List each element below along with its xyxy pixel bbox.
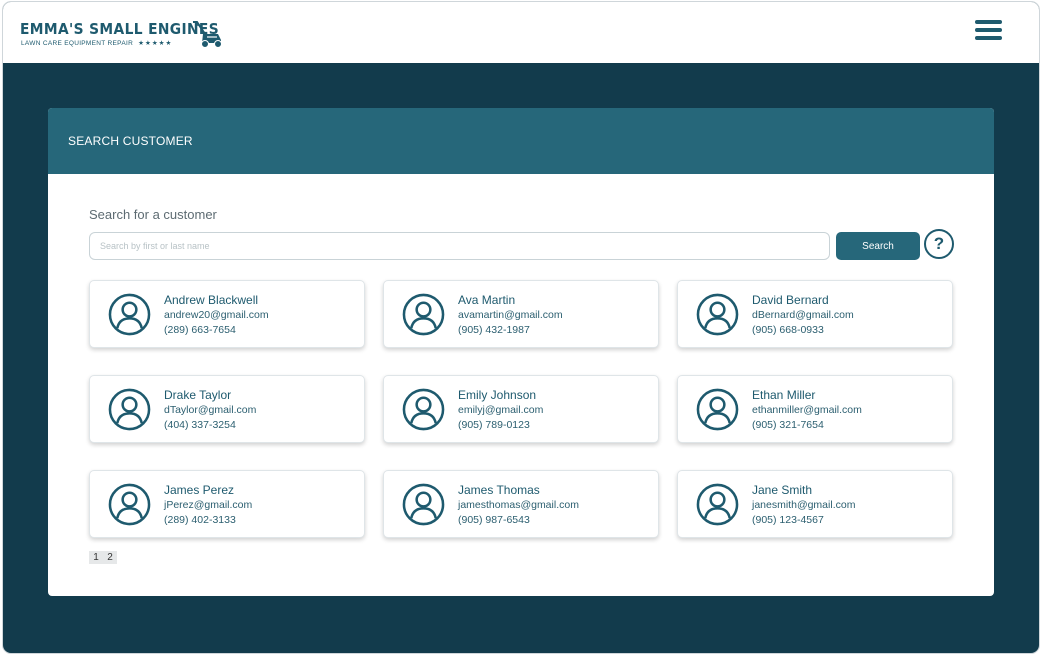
customer-phone: (289) 402-3133 (164, 514, 236, 526)
customer-card[interactable]: Ava Martin avamartin@gmail.com (905) 432-1… (383, 280, 659, 348)
customer-email: janesmith@gmail.com (752, 499, 856, 511)
user-avatar-icon (402, 483, 445, 526)
rating-stars: ★★★★★ (138, 40, 173, 47)
pagination: 12 (89, 551, 117, 564)
customer-search-input[interactable] (89, 232, 830, 260)
customer-card[interactable]: Ethan Miller ethanmiller@gmail.com (905) 3… (677, 375, 953, 443)
user-avatar-icon (108, 293, 151, 336)
help-icon[interactable]: ? (924, 229, 954, 259)
user-avatar-icon (696, 293, 739, 336)
customer-card[interactable]: Jane Smith janesmith@gmail.com (905) 123-4… (677, 470, 953, 538)
hamburger-menu-icon[interactable] (975, 20, 1003, 42)
customer-card[interactable]: Andrew Blackwell andrew20@gmail.com (289) … (89, 280, 365, 348)
customer-name: James Thomas (458, 483, 540, 497)
customer-card[interactable]: James Perez jPerez@gmail.com (289) 402-313… (89, 470, 365, 538)
customer-name: Ethan Miller (752, 388, 816, 402)
search-button[interactable]: Search (836, 232, 920, 260)
customer-phone: (905) 321-7654 (752, 419, 824, 431)
customer-email: ethanmiller@gmail.com (752, 404, 862, 416)
menu-bar (975, 36, 1002, 40)
customer-phone: (905) 432-1987 (458, 324, 530, 336)
user-avatar-icon (108, 483, 151, 526)
user-avatar-icon (402, 388, 445, 431)
customer-name: Jane Smith (752, 483, 813, 497)
customer-phone: (905) 987-6543 (458, 514, 530, 526)
brand-title: EMMA'S SMALL ENGINES (20, 20, 220, 38)
customer-email: jamesthomas@gmail.com (458, 499, 579, 511)
panel-title: SEARCH CUSTOMER (68, 134, 193, 148)
customer-name: Andrew Blackwell (164, 293, 259, 307)
customer-name: Emily Johnson (458, 388, 537, 402)
customer-email: emilyj@gmail.com (458, 404, 544, 416)
customer-name: James Perez (164, 483, 235, 497)
lawn-mower-icon (193, 21, 222, 48)
customer-name: David Bernard (752, 293, 829, 307)
customer-email: avamartin@gmail.com (458, 309, 563, 321)
customer-phone: (905) 668-0933 (752, 324, 824, 336)
customer-email: andrew20@gmail.com (164, 309, 269, 321)
customer-name: Ava Martin (458, 293, 516, 307)
search-customer-panel: SEARCH CUSTOMER Search for a customer Se… (48, 108, 994, 596)
user-avatar-icon (696, 483, 739, 526)
menu-bar (975, 20, 1002, 24)
customer-grid: Andrew Blackwell andrew20@gmail.com (289) … (89, 280, 953, 538)
customer-email: dBernard@gmail.com (752, 309, 854, 321)
app-window: EMMA'S SMALL ENGINES LAWN CARE EQUIPMENT… (2, 1, 1040, 654)
customer-phone: (404) 337-3254 (164, 419, 236, 431)
customer-email: dTaylor@gmail.com (164, 404, 257, 416)
user-avatar-icon (108, 388, 151, 431)
page-link-1[interactable]: 1 (89, 551, 103, 564)
brand-subtitle-text: LAWN CARE EQUIPMENT REPAIR (21, 40, 134, 47)
panel-header: SEARCH CUSTOMER (48, 108, 994, 174)
customer-name: Drake Taylor (164, 388, 232, 402)
search-label: Search for a customer (89, 207, 217, 222)
customer-card[interactable]: Drake Taylor dTaylor@gmail.com (404) 337-3… (89, 375, 365, 443)
customer-card[interactable]: David Bernard dBernard@gmail.com (905) 668… (677, 280, 953, 348)
customer-phone: (905) 123-4567 (752, 514, 824, 526)
customer-phone: (905) 789-0123 (458, 419, 530, 431)
top-header: EMMA'S SMALL ENGINES LAWN CARE EQUIPMENT… (3, 2, 1039, 63)
customer-email: jPerez@gmail.com (164, 499, 253, 511)
user-avatar-icon (696, 388, 739, 431)
page-link-2[interactable]: 2 (103, 551, 117, 564)
customer-phone: (289) 663-7654 (164, 324, 236, 336)
customer-card[interactable]: James Thomas jamesthomas@gmail.com (905) 9… (383, 470, 659, 538)
user-avatar-icon (402, 293, 445, 336)
brand-subtitle: LAWN CARE EQUIPMENT REPAIR ★★★★★ (21, 39, 172, 47)
brand-logo[interactable]: EMMA'S SMALL ENGINES LAWN CARE EQUIPMENT… (20, 20, 240, 50)
menu-bar (975, 28, 1002, 32)
customer-card[interactable]: Emily Johnson emilyj@gmail.com (905) 789-0… (383, 375, 659, 443)
